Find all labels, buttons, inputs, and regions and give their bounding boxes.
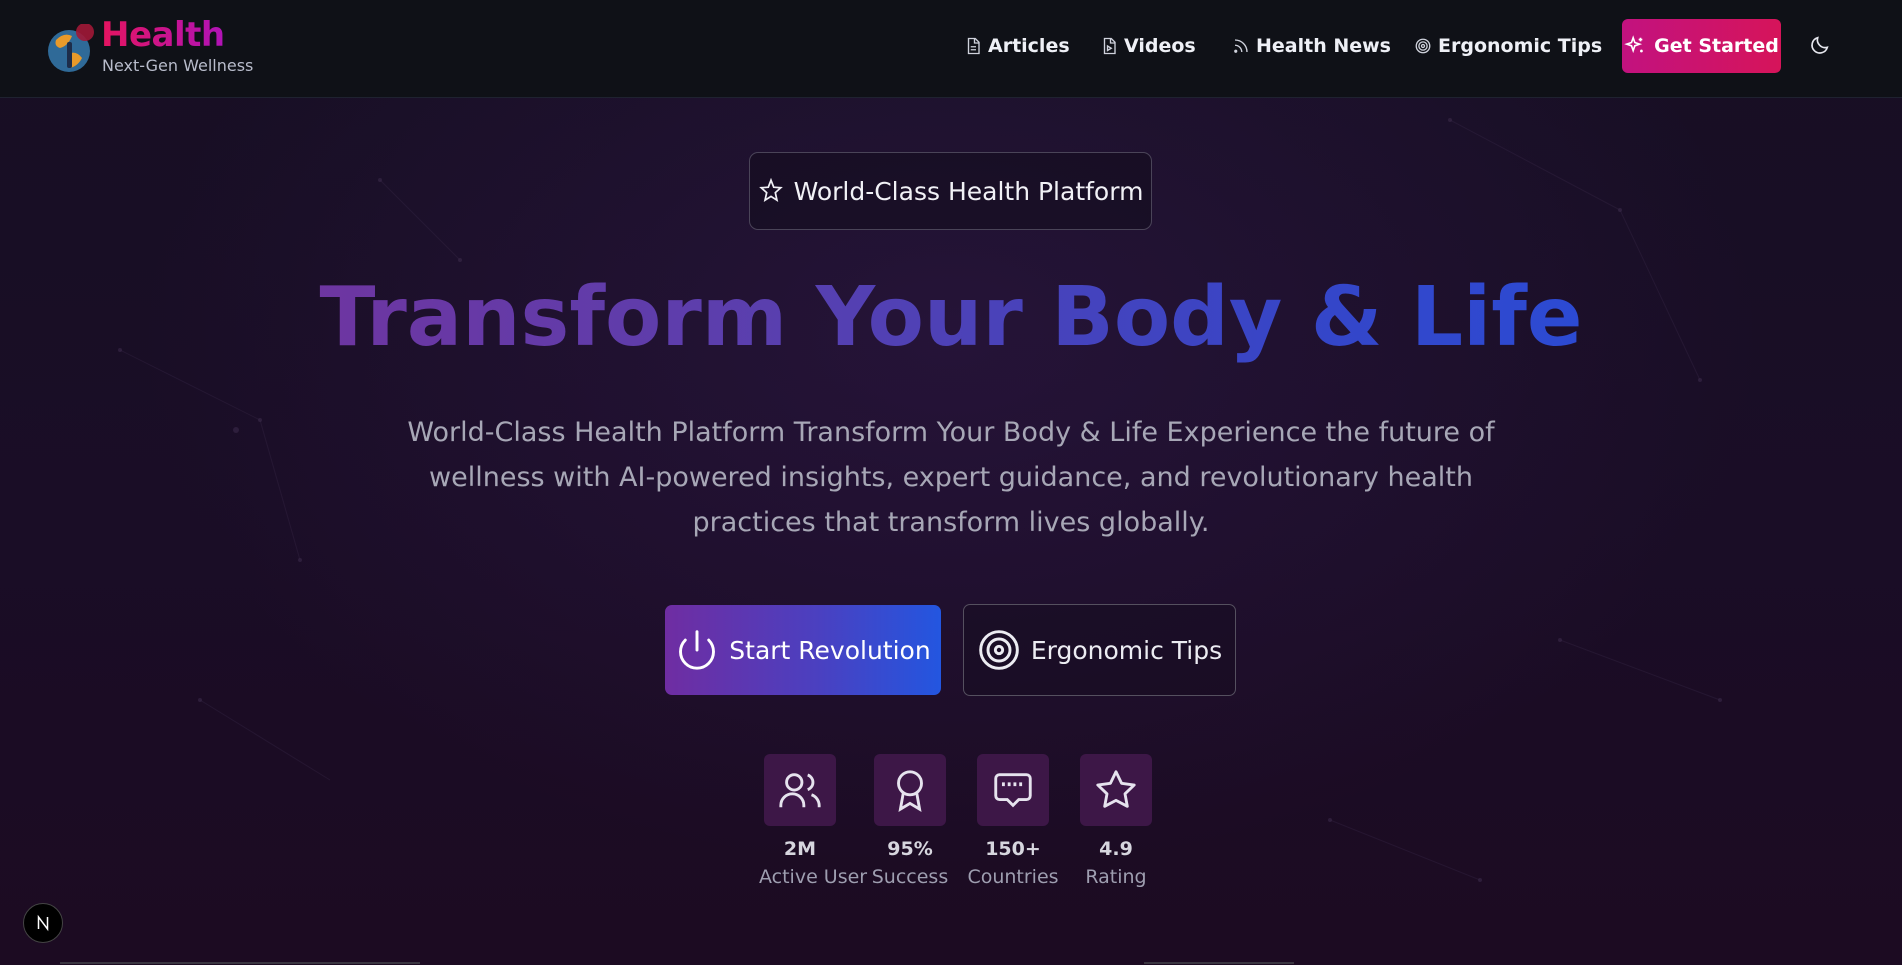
hero-badge-label: World-Class Health Platform <box>793 176 1144 206</box>
n-logo-icon <box>37 914 49 932</box>
stat-value: 2M <box>783 838 817 860</box>
stat-label: Success <box>871 866 949 888</box>
top-navigation: Health Next-Gen Wellness Articles Videos… <box>0 0 1902 98</box>
hero-description: World-Class Health Platform Transform Yo… <box>407 417 1495 538</box>
video-file-icon <box>1103 37 1116 55</box>
stat-success: 95% Success <box>869 754 951 888</box>
stat-label: Rating <box>1085 866 1147 888</box>
stat-value: 150+ <box>985 838 1041 860</box>
nav-link-videos[interactable]: Videos <box>1100 32 1196 60</box>
ethernet-port-icon <box>994 773 1032 808</box>
star-icon <box>1096 770 1136 808</box>
hero-title: Transform Your Body & Life <box>0 268 1902 368</box>
nav-link-label: Health News <box>1256 35 1391 57</box>
stat-icon-box <box>1080 754 1152 826</box>
start-revolution-button[interactable]: Start Revolution <box>665 605 941 695</box>
ergonomic-tips-label: Ergonomic Tips <box>1030 635 1223 665</box>
target-icon <box>979 630 1019 670</box>
target-icon <box>1415 38 1431 54</box>
globe-logo-icon <box>48 24 94 72</box>
get-started-label: Get Started <box>1654 35 1779 57</box>
stat-label: Countries <box>967 866 1059 888</box>
nav-link-label: Ergonomic Tips <box>1438 35 1603 57</box>
theme-toggle-button[interactable] <box>1807 32 1833 58</box>
section-divider <box>1144 962 1294 964</box>
stat-icon-box <box>977 754 1049 826</box>
nextjs-dev-indicator[interactable] <box>23 903 63 943</box>
nav-link-articles[interactable]: Articles <box>964 32 1070 60</box>
get-started-button[interactable]: Get Started <box>1622 19 1781 73</box>
nav-link-label: Articles <box>988 35 1070 57</box>
moon-icon <box>1811 36 1829 54</box>
stat-countries: 150+ Countries <box>963 754 1063 888</box>
document-icon <box>967 37 980 55</box>
brand-title: Health <box>101 15 225 55</box>
power-icon <box>679 630 716 670</box>
nav-link-health-news[interactable]: Health News <box>1232 32 1391 60</box>
stat-label: Active User <box>759 866 868 888</box>
users-icon <box>779 773 821 808</box>
stat-icon-box <box>874 754 946 826</box>
stat-rating: 4.9 Rating <box>1075 754 1157 888</box>
stat-icon-box <box>764 754 836 826</box>
stat-active-users: 2M Active User <box>759 754 868 888</box>
award-icon <box>897 770 923 813</box>
badge-star-icon <box>758 178 783 203</box>
brand-logo[interactable]: Health Next-Gen Wellness <box>46 14 266 84</box>
start-revolution-label: Start Revolution <box>729 635 931 665</box>
hero-section: World-Class Health Platform Transform Yo… <box>0 0 1902 965</box>
rss-icon <box>1234 39 1248 53</box>
stat-value: 95% <box>887 838 933 860</box>
ergonomic-tips-button[interactable]: Ergonomic Tips <box>963 604 1236 696</box>
section-divider <box>60 962 420 964</box>
hero-badge: World-Class Health Platform <box>749 152 1152 230</box>
nav-link-ergonomic-tips[interactable]: Ergonomic Tips <box>1414 32 1602 60</box>
stat-value: 4.9 <box>1099 838 1133 860</box>
nav-link-label: Videos <box>1124 35 1196 57</box>
brand-subtitle: Next-Gen Wellness <box>102 56 254 75</box>
sparkles-icon <box>1624 35 1643 54</box>
